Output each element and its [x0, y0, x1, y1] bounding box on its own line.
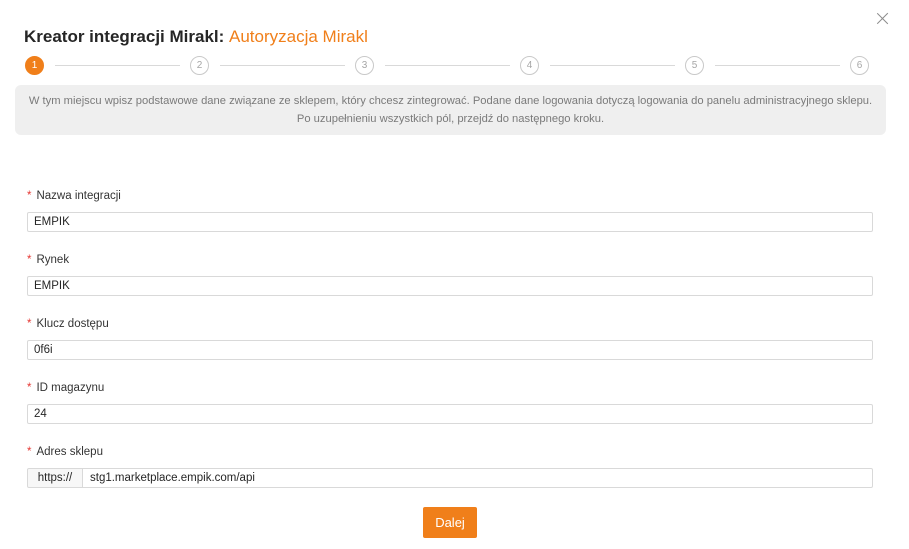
shop-address-input[interactable]: stg1.marketplace.empik.com/api	[82, 468, 873, 488]
access-key-input[interactable]: 0f6i	[27, 340, 873, 360]
step-connector	[220, 65, 345, 66]
step-indicator: 1 2 3 4 5 6	[24, 56, 870, 76]
step-connector	[55, 65, 180, 66]
title-prefix: Kreator integracji Mirakl:	[24, 27, 225, 46]
step-connector	[550, 65, 675, 66]
required-mark: *	[27, 382, 32, 394]
market-input[interactable]: EMPIK	[27, 276, 873, 296]
required-mark: *	[27, 446, 32, 458]
warehouse-id-label: * ID magazynu	[27, 382, 105, 394]
required-mark: *	[27, 318, 32, 330]
step-2: 2	[190, 56, 209, 75]
shop-address-label: * Adres sklepu	[27, 446, 103, 458]
close-icon[interactable]	[874, 10, 892, 28]
required-mark: *	[27, 190, 32, 202]
step-6: 6	[850, 56, 869, 75]
step-connector	[715, 65, 840, 66]
info-banner: W tym miejscu wpisz podstawowe dane zwią…	[15, 85, 886, 135]
shop-address-protocol: https://	[27, 468, 83, 488]
integration-name-input[interactable]: EMPIK	[27, 212, 873, 232]
dialog-title: Kreator integracji Mirakl: Autoryzacja M…	[24, 27, 368, 47]
step-1: 1	[25, 56, 44, 75]
step-5: 5	[685, 56, 704, 75]
market-label: * Rynek	[27, 254, 70, 266]
integration-name-label: * Nazwa integracji	[27, 190, 121, 202]
step-3: 3	[355, 56, 374, 75]
required-mark: *	[27, 254, 32, 266]
title-accent: Autoryzacja Mirakl	[229, 27, 368, 46]
step-connector	[385, 65, 510, 66]
step-4: 4	[520, 56, 539, 75]
warehouse-id-input[interactable]: 24	[27, 404, 873, 424]
next-button[interactable]: Dalej	[423, 507, 477, 538]
access-key-label: * Klucz dostępu	[27, 318, 109, 330]
